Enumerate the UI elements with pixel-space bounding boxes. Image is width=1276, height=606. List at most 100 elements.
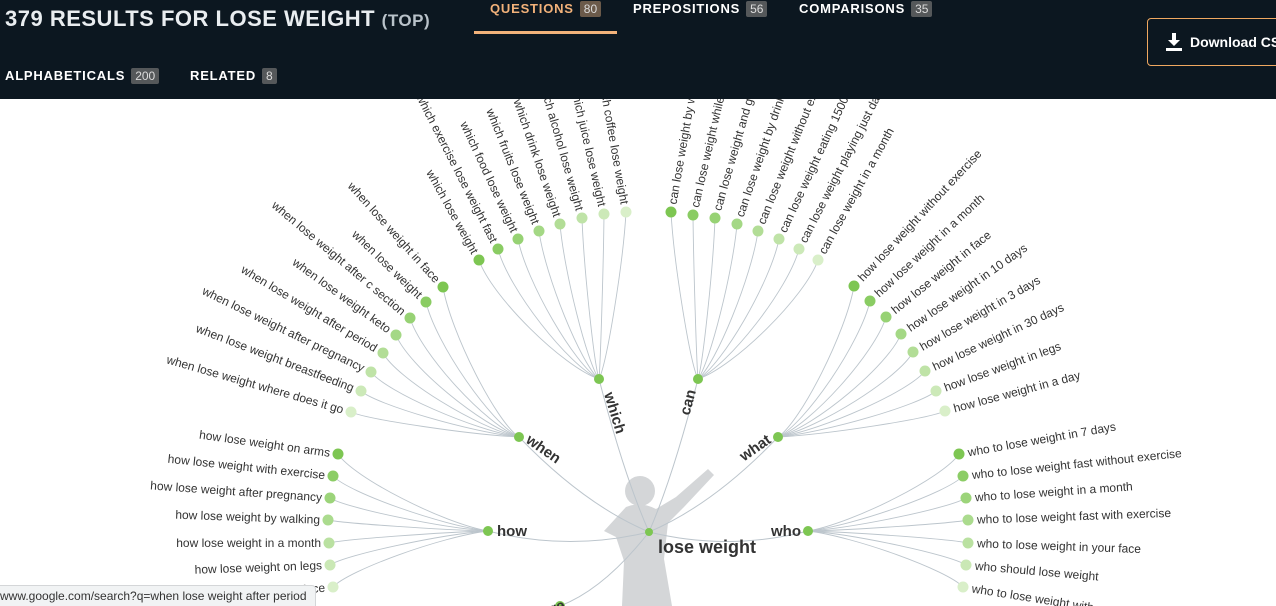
leaf-node-dot[interactable] <box>812 254 824 266</box>
leaf-node-dot[interactable] <box>365 366 377 378</box>
active-tab-indicator <box>474 31 617 34</box>
leaf-node-dot[interactable] <box>473 254 485 266</box>
leaf-question-link[interactable]: who to lose weight fast with exercise <box>976 506 1172 527</box>
leaf-node-dot[interactable] <box>962 514 974 526</box>
branch-hub-dot <box>803 526 813 536</box>
leaf-connector <box>478 259 600 380</box>
leaf-node-dot[interactable] <box>554 218 566 230</box>
leaf-connector <box>807 497 967 532</box>
leaf-connector <box>327 519 489 532</box>
leaf-connector <box>425 301 520 438</box>
leaf-connector <box>697 259 819 380</box>
leaf-node-dot[interactable] <box>957 581 969 593</box>
leaf-question-link[interactable]: how lose weight on legs <box>194 558 322 576</box>
leaf-connector <box>697 223 738 380</box>
leaf-question-link[interactable]: who to lose weight in your face <box>976 536 1142 556</box>
leaf-connector <box>697 217 716 380</box>
leaf-node-dot[interactable] <box>864 295 876 307</box>
tab-comparisons[interactable]: COMPARISONS 35 <box>799 1 933 17</box>
leaf-question-link[interactable]: who to lose weight with <box>970 581 1095 606</box>
leaf-connector <box>692 214 699 380</box>
leaf-question-link[interactable]: who to lose weight in a month <box>973 479 1133 504</box>
leaf-node-dot[interactable] <box>390 329 402 341</box>
leaf-question-link[interactable]: how lose weight by walking <box>175 508 320 527</box>
leaf-question-link[interactable]: how lose weight with exercise <box>167 452 326 482</box>
leaf-node-dot[interactable] <box>404 312 416 324</box>
leaf-node-dot[interactable] <box>576 212 588 224</box>
leaf-node-dot[interactable] <box>327 581 339 593</box>
leaf-connector <box>395 334 520 438</box>
leaf-node-dot[interactable] <box>323 537 335 549</box>
leaf-connector <box>807 530 967 566</box>
center-keyword-label: lose weight <box>658 537 756 557</box>
leaf-node-dot[interactable] <box>377 347 389 359</box>
tab-alphabeticals[interactable]: ALPHABETICALS 200 <box>5 68 160 84</box>
branch-hub-dot <box>693 374 703 384</box>
branch-hub-dot <box>773 432 783 442</box>
leaf-node-dot[interactable] <box>939 405 951 417</box>
leaf-question-link[interactable]: how lose weight in a month <box>176 536 321 550</box>
leaf-node-dot[interactable] <box>420 296 432 308</box>
leaf-connector <box>670 211 699 380</box>
leaf-connector <box>332 475 489 532</box>
leaf-node-dot[interactable] <box>355 385 367 397</box>
leaf-question-link[interactable]: who should lose weight <box>973 559 1099 584</box>
leaf-node-dot[interactable] <box>907 346 919 358</box>
leaf-connector <box>598 213 605 380</box>
tab-label: COMPARISONS <box>799 1 906 16</box>
leaf-connector <box>807 475 964 532</box>
leaf-node-dot[interactable] <box>665 206 677 218</box>
leaf-node-dot[interactable] <box>345 406 357 418</box>
branch-label-how: how <box>497 523 527 540</box>
leaf-node-dot[interactable] <box>793 243 805 255</box>
leaf-node-dot[interactable] <box>919 365 931 377</box>
leaf-node-dot[interactable] <box>322 514 334 526</box>
leaf-node-dot[interactable] <box>752 225 764 237</box>
leaf-node-dot[interactable] <box>773 233 785 245</box>
leaf-node-dot[interactable] <box>848 280 860 292</box>
leaf-connector <box>598 211 627 380</box>
leaf-node-dot[interactable] <box>962 537 974 549</box>
branch-hub-dot <box>594 374 604 384</box>
leaf-node-dot[interactable] <box>957 470 969 482</box>
leaf-node-dot[interactable] <box>598 208 610 220</box>
leaf-node-dot[interactable] <box>731 218 743 230</box>
leaf-question-link[interactable]: how lose weight on arms <box>198 428 331 460</box>
leaf-connector <box>329 497 489 532</box>
leaf-node-dot[interactable] <box>687 209 699 221</box>
tab-prepositions[interactable]: PREPOSITIONS 56 <box>633 1 768 17</box>
center-node-dot <box>645 528 653 536</box>
leaf-node-dot[interactable] <box>492 243 504 255</box>
leaf-node-dot[interactable] <box>880 311 892 323</box>
leaf-node-dot[interactable] <box>324 559 336 571</box>
leaf-node-dot[interactable] <box>960 559 972 571</box>
tab-questions[interactable]: QUESTIONS 80 <box>490 1 602 17</box>
leaf-connector <box>697 230 759 380</box>
branch-hub-dot <box>483 526 493 536</box>
branch-label-which: which <box>600 389 629 436</box>
leaf-node-dot[interactable] <box>709 212 721 224</box>
leaf-connector <box>807 530 969 544</box>
leaf-connector <box>497 248 600 380</box>
download-icon <box>1166 33 1182 51</box>
leaf-node-dot[interactable] <box>930 385 942 397</box>
leaf-node-dot[interactable] <box>512 233 524 245</box>
leaf-connector <box>697 248 800 380</box>
leaf-node-dot[interactable] <box>533 225 545 237</box>
leaf-question-link[interactable]: when lose weight where does it go <box>164 352 345 416</box>
leaf-node-dot[interactable] <box>327 470 339 482</box>
leaf-question-link[interactable]: how lose weight after pregnancy <box>150 478 323 504</box>
leaf-node-dot[interactable] <box>437 281 449 293</box>
leaf-connector <box>329 530 489 566</box>
leaf-connector <box>777 390 937 438</box>
leaf-node-dot[interactable] <box>324 492 336 504</box>
leaf-node-dot[interactable] <box>895 328 907 340</box>
leaf-node-dot[interactable] <box>960 492 972 504</box>
download-csv-button[interactable]: Download CSV <box>1147 18 1276 66</box>
tab-related[interactable]: RELATED 8 <box>190 68 277 84</box>
leaf-connector <box>538 230 600 380</box>
leaf-node-dot[interactable] <box>332 448 344 460</box>
leaf-node-dot[interactable] <box>620 206 632 218</box>
leaf-node-dot[interactable] <box>953 448 965 460</box>
leaf-question-link[interactable]: who to lose weight in 7 days <box>966 419 1117 459</box>
